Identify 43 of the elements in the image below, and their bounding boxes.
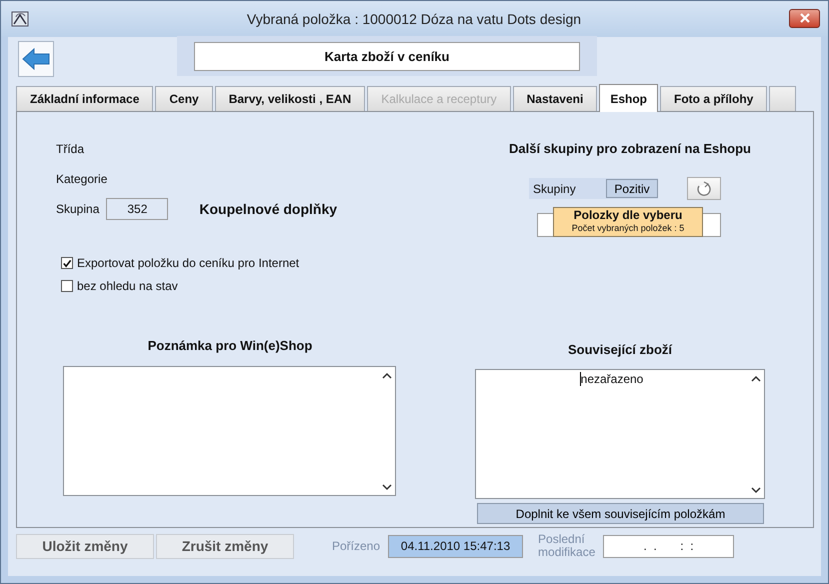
back-button[interactable] [18, 41, 54, 77]
section-heading: Související zboží [566, 341, 674, 359]
text-value: nezařazeno [580, 372, 644, 386]
tab[interactable]: Eshop [599, 84, 658, 112]
tab[interactable]: Základní informace [16, 86, 154, 111]
scroll-up-icon[interactable] [382, 372, 392, 379]
field-label: Skupina [56, 202, 100, 216]
refresh-icon [695, 180, 713, 196]
section-heading: Další skupiny pro zobrazení na Eshopu [508, 140, 752, 158]
checkbox[interactable] [61, 257, 73, 269]
footer-button[interactable]: Uložit změny [16, 534, 154, 558]
group-code-field[interactable]: 352 [106, 198, 168, 220]
checkbox-label: Exportovat položku do ceníku pro Internet [77, 256, 300, 270]
section-heading: Poznámka pro Win(e)Shop [146, 337, 314, 355]
refresh-button[interactable] [687, 177, 721, 200]
footer-button[interactable]: Zrušit změny [156, 534, 294, 558]
scroll-down-icon[interactable] [382, 484, 392, 491]
group-name: Koupelnové doplňky [199, 201, 338, 217]
groups-label: Skupiny [533, 182, 576, 196]
tab[interactable]: Nastaveni [512, 86, 598, 111]
field-label: Kategorie [56, 172, 108, 186]
close-button[interactable] [789, 8, 820, 28]
tab[interactable]: Ceny [155, 86, 213, 111]
checkbox[interactable] [61, 280, 73, 292]
tooltip-text: Počet vybraných položek : 5 [570, 223, 686, 234]
app-icon [11, 11, 29, 27]
apply-button[interactable]: Doplnit ke všem souvisejícím položkám [477, 503, 764, 524]
modified-field[interactable]: . . : : [603, 534, 734, 558]
tab[interactable]: Barvy, velikosti , EAN [214, 86, 366, 111]
created-field[interactable]: 04.11.2010 15:47:13 [388, 534, 524, 558]
scroll-down-icon[interactable] [750, 487, 760, 494]
close-icon [798, 13, 810, 23]
tab[interactable]: Foto a přílohy [660, 86, 768, 111]
field-label: Poslední modifikace [538, 533, 596, 559]
checkbox-label: bez ohledu na stav [77, 279, 178, 293]
mode-button[interactable]: Pozitiv [606, 179, 658, 198]
card-title: Karta zboží v ceníku [194, 42, 580, 70]
related-text-area[interactable]: nezařazeno [475, 369, 765, 499]
field-label: Pořízeno [332, 539, 380, 553]
window-title: Vybraná položka : 1000012 Dóza na vatu Dots design [246, 11, 582, 27]
scroll-up-icon[interactable] [750, 375, 760, 382]
tooltip-title: Polozky dle vyberu [572, 208, 684, 223]
field-label: Třída [56, 142, 84, 156]
